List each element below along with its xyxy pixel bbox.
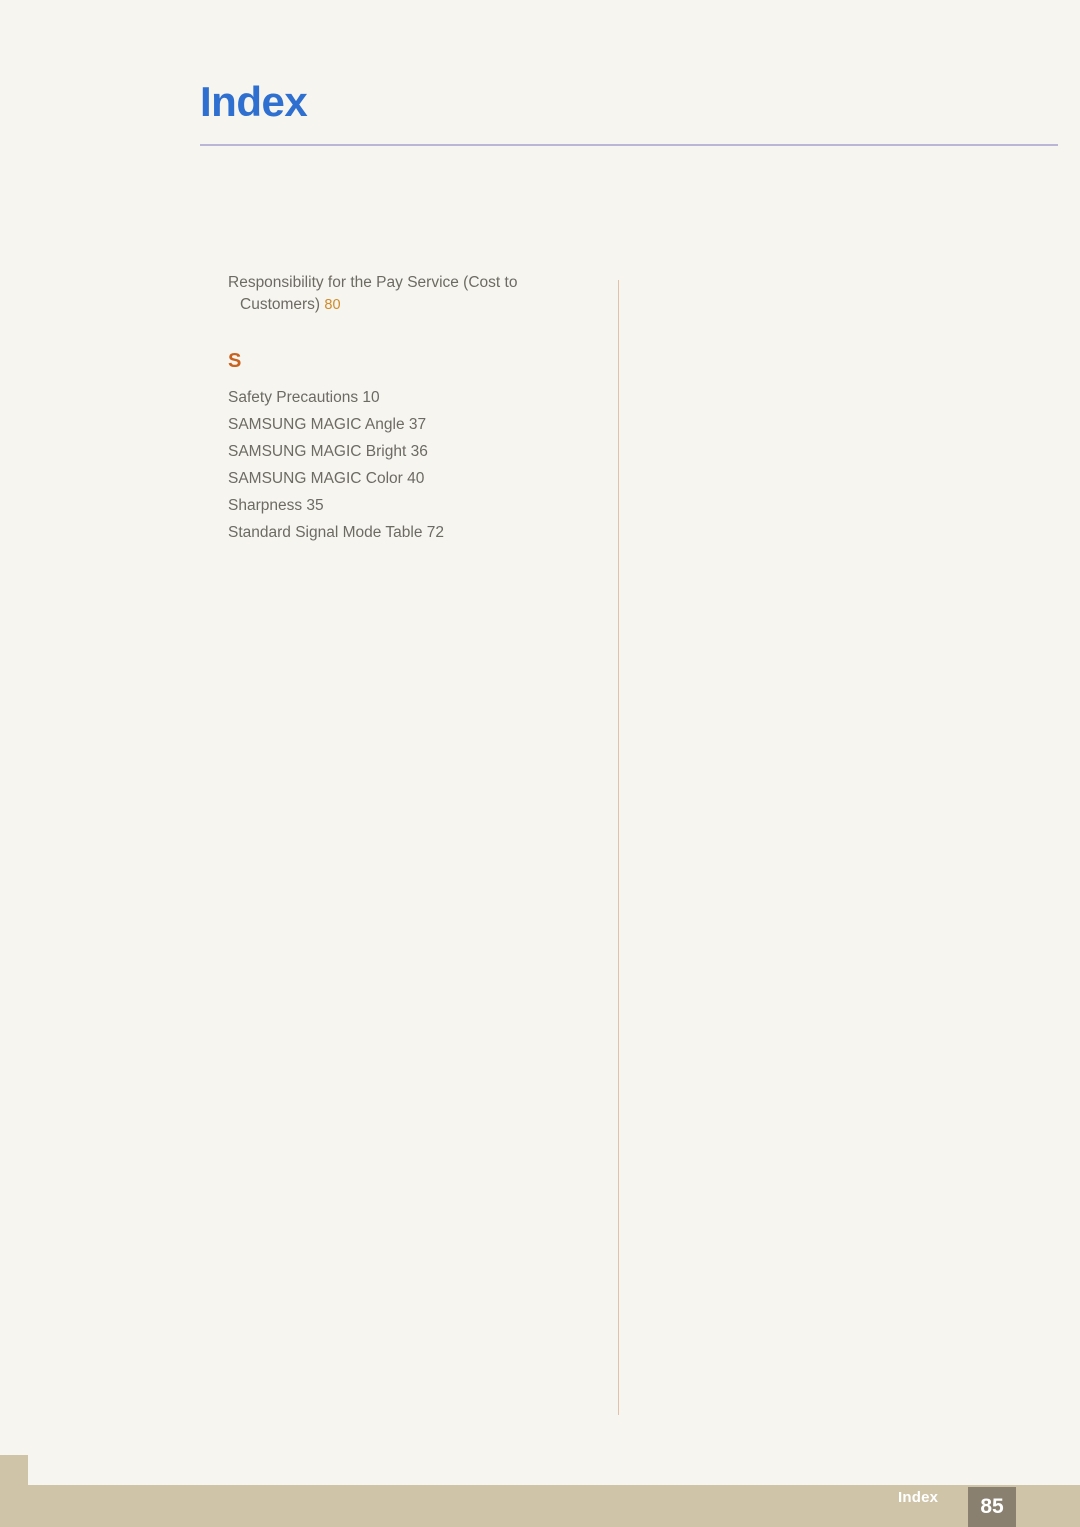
index-entry-continued: Responsibility for the Pay Service (Cost… bbox=[228, 272, 568, 316]
index-entry-label: SAMSUNG MAGIC Color bbox=[228, 470, 403, 487]
index-entry-page: 80 bbox=[324, 297, 341, 313]
index-entry-page: 72 bbox=[426, 524, 445, 541]
index-entry: Sharpness 35 bbox=[228, 495, 1018, 517]
index-entry-label: Standard Signal Mode Table bbox=[228, 524, 423, 541]
index-entry: SAMSUNG MAGIC Color 40 bbox=[228, 468, 1018, 490]
index-entries-s: Safety Precautions 10 SAMSUNG MAGIC Angl… bbox=[228, 387, 1018, 544]
index-entry-label: Sharpness bbox=[228, 497, 303, 514]
index-entry-page: 35 bbox=[306, 497, 324, 514]
index-entry-page: 37 bbox=[408, 416, 427, 433]
index-entry-page: 10 bbox=[362, 389, 380, 406]
index-entry-label-line2-group: Customers) 80 bbox=[228, 294, 568, 316]
index-entry-label: SAMSUNG MAGIC Bright bbox=[228, 443, 407, 460]
index-entry: SAMSUNG MAGIC Angle 37 bbox=[228, 414, 1018, 436]
title-divider bbox=[200, 144, 1058, 146]
index-entry: SAMSUNG MAGIC Bright 36 bbox=[228, 441, 1018, 463]
index-entry: Standard Signal Mode Table 72 bbox=[228, 522, 1018, 544]
footer-page-number: 85 bbox=[968, 1487, 1016, 1527]
left-accent-strip bbox=[0, 1455, 28, 1527]
index-entry: Safety Precautions 10 bbox=[228, 387, 1018, 409]
index-entry-label: Safety Precautions bbox=[228, 389, 359, 406]
index-entry-label: SAMSUNG MAGIC Angle bbox=[228, 416, 405, 433]
index-content: Responsibility for the Pay Service (Cost… bbox=[228, 272, 1018, 549]
index-entry-page: 40 bbox=[407, 470, 425, 487]
page-title: Index bbox=[200, 78, 308, 125]
index-entry-label-line2: Customers) bbox=[240, 296, 321, 313]
index-section-letter-s: S bbox=[228, 350, 242, 372]
footer-section-label: Index bbox=[898, 1489, 939, 1506]
index-entry-page: 36 bbox=[410, 443, 428, 460]
index-entry-label-line1: Responsibility for the Pay Service (Cost… bbox=[228, 274, 518, 291]
